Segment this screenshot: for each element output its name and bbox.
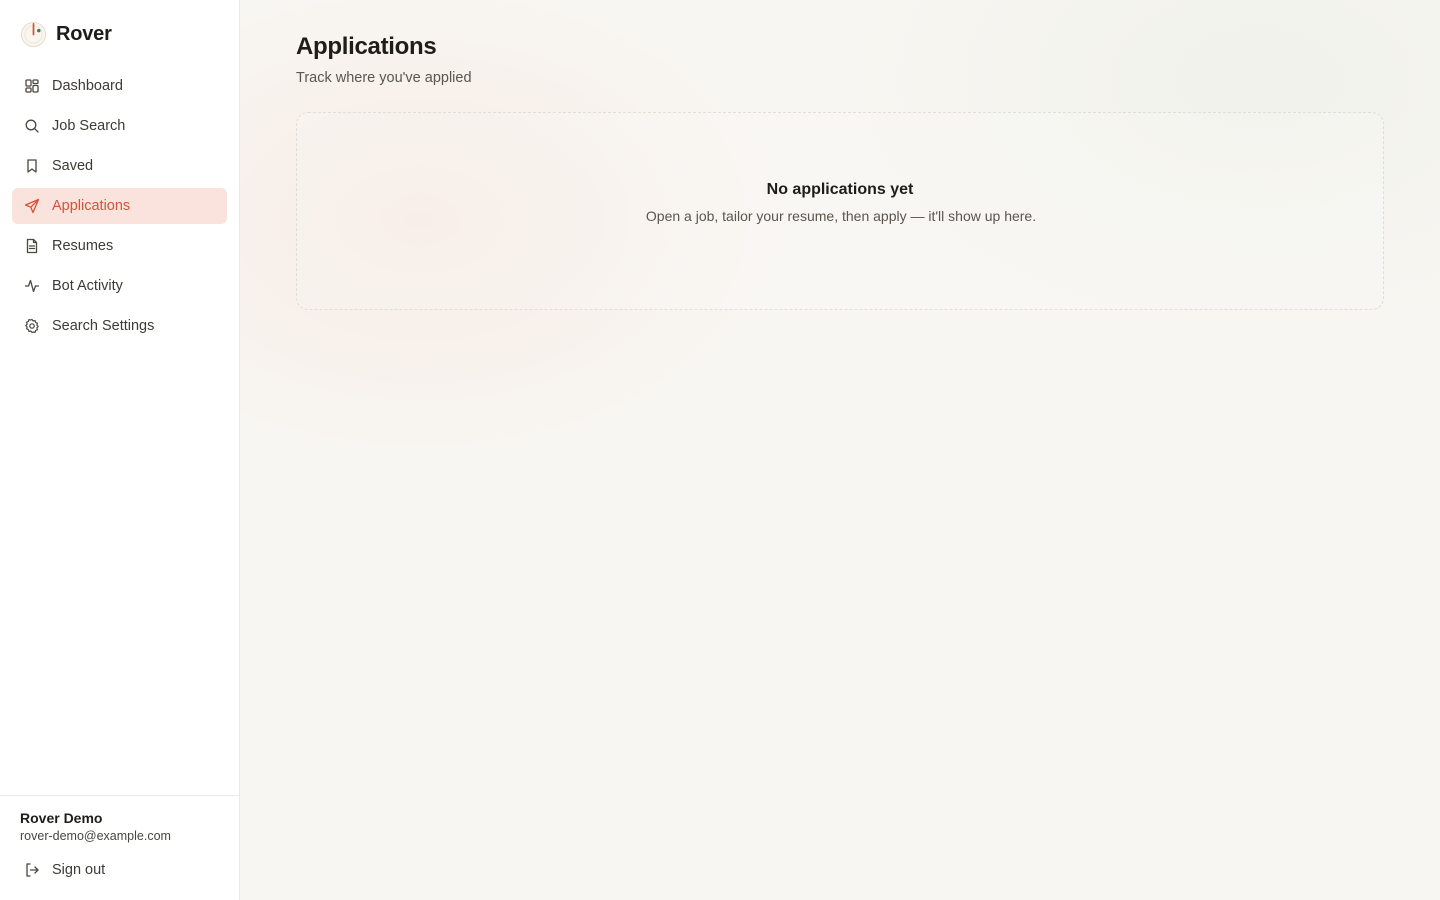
sidebar-item-label: Applications — [52, 198, 131, 214]
sidebar-item-label: Dashboard — [52, 78, 123, 94]
empty-state-description: Open a job, tailor your resume, then app… — [645, 208, 1037, 224]
activity-icon — [24, 278, 40, 294]
sidebar-item-dashboard[interactable]: Dashboard — [12, 68, 227, 104]
sidebar-nav: Dashboard Job Search Saved Applications … — [12, 68, 227, 348]
sidebar-item-search-settings[interactable]: Search Settings — [12, 308, 227, 344]
sidebar-item-applications[interactable]: Applications — [12, 188, 227, 224]
sidebar-item-label: Search Settings — [52, 318, 155, 334]
gear-icon — [24, 318, 40, 334]
sidebar-item-label: Resumes — [52, 238, 114, 254]
app-name: Rover — [56, 22, 112, 45]
user-name: Rover Demo — [20, 810, 103, 826]
sidebar-item-label: Bot Activity — [52, 278, 123, 294]
sidebar-item-job-search[interactable]: Job Search — [12, 108, 227, 144]
main-content: Applications Track where you've applied … — [240, 0, 1440, 900]
sidebar-item-saved[interactable]: Saved — [12, 148, 227, 184]
brand[interactable]: Rover — [20, 20, 112, 48]
sidebar-footer: Rover Demo rover-demo@example.com Sign o… — [0, 795, 239, 900]
user-email: rover-demo@example.com — [20, 829, 171, 843]
sidebar-item-bot-activity[interactable]: Bot Activity — [12, 268, 227, 304]
empty-state-title: No applications yet — [766, 181, 914, 198]
grid-icon — [24, 78, 40, 94]
page-subtitle: Track where you've applied — [296, 70, 472, 86]
page-title: Applications — [296, 33, 437, 60]
sidebar: Rover Dashboard Job Search Saved Applica… — [0, 0, 240, 900]
sidebar-item-resumes[interactable]: Resumes — [12, 228, 227, 264]
sidebar-item-label: Job Search — [52, 118, 126, 134]
rover-dial-logo-icon — [20, 21, 47, 47]
empty-state-card: No applications yet Open a job, tailor y… — [296, 112, 1384, 310]
sidebar-item-label: Saved — [52, 158, 94, 174]
log-out-icon — [24, 862, 40, 878]
bookmark-icon — [24, 158, 40, 174]
send-icon — [24, 198, 40, 214]
sign-out-label: Sign out — [52, 862, 106, 878]
document-icon — [24, 238, 40, 254]
search-icon — [24, 118, 40, 134]
sign-out-button[interactable]: Sign out — [12, 854, 227, 886]
